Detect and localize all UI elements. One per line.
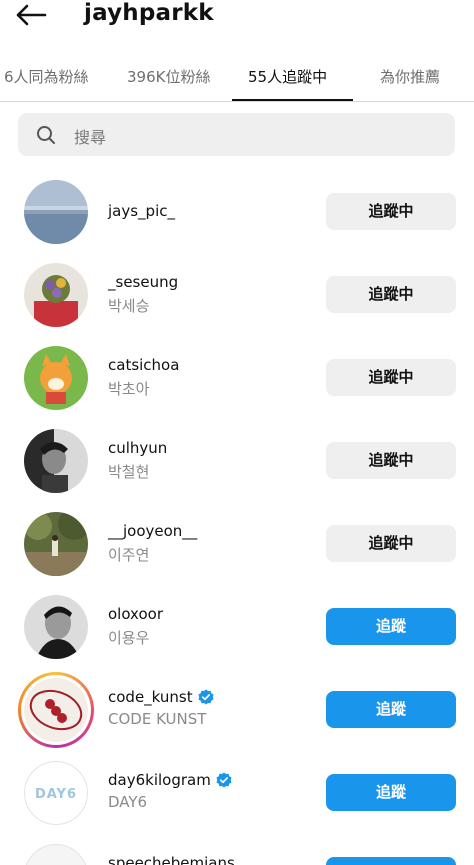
search-icon	[37, 126, 55, 144]
avatar[interactable]	[24, 263, 88, 327]
full-name: 이용우	[108, 629, 150, 647]
username[interactable]: day6kilogram	[108, 771, 211, 789]
list-item[interactable]: speechebemians 追蹤	[0, 834, 474, 865]
username[interactable]: _seseung	[108, 273, 178, 291]
username-with-badge[interactable]: day6kilogram	[108, 771, 232, 789]
username[interactable]: catsichoa	[108, 356, 179, 374]
avatar[interactable]	[24, 844, 88, 865]
following-button[interactable]: 追蹤中	[326, 359, 456, 396]
username[interactable]: culhyun	[108, 439, 167, 457]
following-button[interactable]: 追蹤中	[326, 442, 456, 479]
follow-button[interactable]: 追蹤	[326, 857, 456, 865]
avatar[interactable]	[24, 429, 88, 493]
full-name: 이주연	[108, 546, 150, 564]
follow-button[interactable]: 追蹤	[326, 608, 456, 645]
search-placeholder: 搜尋	[74, 128, 107, 147]
follow-button[interactable]: 追蹤	[326, 774, 456, 811]
list-item[interactable]: catsichoa 박초아 追蹤中	[0, 336, 474, 419]
full-name: 박세승	[108, 297, 150, 315]
following-button[interactable]: 追蹤中	[326, 276, 456, 313]
list-item[interactable]: code_kunst CODE KUNST 追蹤	[0, 668, 474, 751]
tab-bar: 6人同為粉絲 396K位粉絲 55人追蹤中 為你推薦	[0, 58, 474, 102]
full-name: CODE KUNST	[108, 710, 207, 728]
avatar[interactable]	[24, 180, 88, 244]
username[interactable]: code_kunst	[108, 688, 193, 706]
full-name: DAY6	[108, 793, 148, 811]
tab-mutual-followers[interactable]: 6人同為粉絲	[4, 66, 89, 87]
list-item[interactable]: culhyun 박철현 追蹤中	[0, 419, 474, 502]
username[interactable]: oloxoor	[108, 605, 163, 623]
full-name: 박철현	[108, 463, 150, 481]
verified-badge-icon	[198, 689, 214, 705]
following-button[interactable]: 追蹤中	[326, 193, 456, 230]
username[interactable]: speechebemians	[108, 854, 235, 865]
follow-button[interactable]: 追蹤	[326, 691, 456, 728]
search-input[interactable]: 搜尋	[18, 113, 455, 156]
header: jayhparkk	[0, 0, 474, 40]
full-name: 박초아	[108, 380, 150, 398]
username[interactable]: jays_pic_	[108, 202, 175, 220]
avatar-logo-text: DAY6	[34, 787, 78, 802]
list-item[interactable]: jays_pic_ 追蹤中	[0, 170, 474, 253]
tab-suggested[interactable]: 為你推薦	[380, 66, 440, 87]
following-button[interactable]: 追蹤中	[326, 525, 456, 562]
tab-followers[interactable]: 396K位粉絲	[127, 66, 210, 87]
list-item[interactable]: __jooyeon__ 이주연 追蹤中	[0, 502, 474, 585]
avatar[interactable]: DAY6	[24, 761, 88, 825]
verified-badge-icon	[216, 772, 232, 788]
username-with-badge[interactable]: code_kunst	[108, 688, 214, 706]
list-item[interactable]: oloxoor 이용우 追蹤	[0, 585, 474, 668]
tab-following[interactable]: 55人追蹤中	[248, 66, 327, 87]
avatar[interactable]	[24, 595, 88, 659]
page-title: jayhparkk	[84, 0, 214, 26]
avatar-with-story-ring[interactable]	[18, 672, 94, 748]
avatar	[21, 675, 91, 745]
avatar[interactable]	[24, 346, 88, 410]
avatar[interactable]	[24, 512, 88, 576]
username[interactable]: __jooyeon__	[108, 522, 197, 540]
back-arrow-icon[interactable]	[14, 4, 48, 26]
list-item[interactable]: _seseung 박세승 追蹤中	[0, 253, 474, 336]
list-item[interactable]: DAY6 day6kilogram DAY6 追蹤	[0, 751, 474, 834]
active-tab-indicator	[232, 99, 353, 101]
